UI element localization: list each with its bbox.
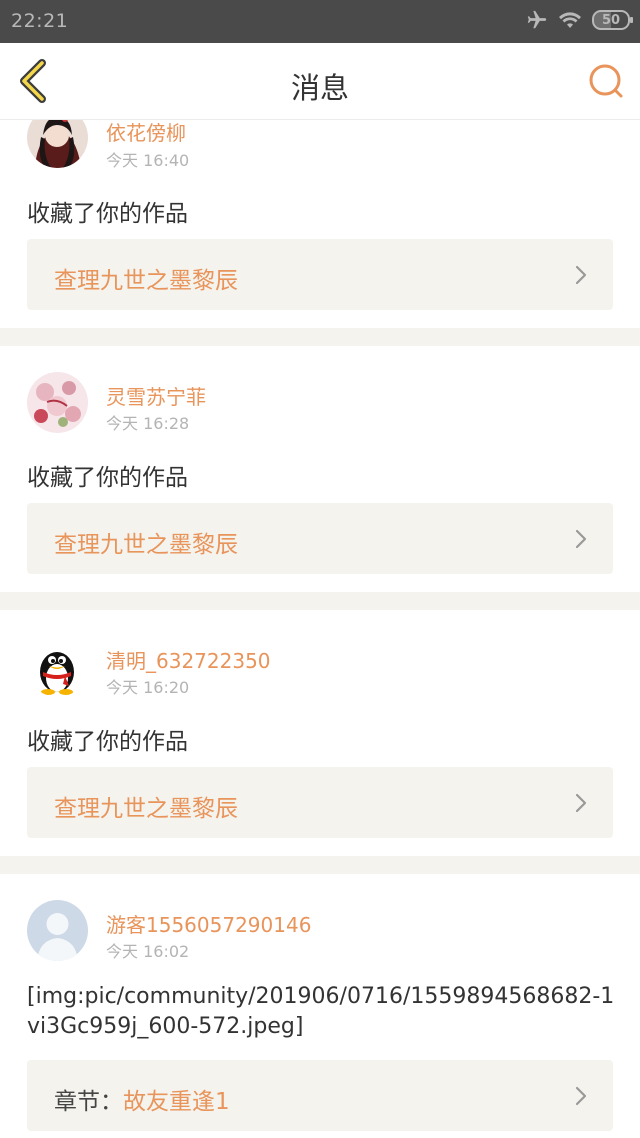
- message-text: [img:pic/community/201906/0716/155989456…: [27, 984, 615, 1039]
- divider: [0, 328, 640, 346]
- chapter-link[interactable]: 章节：故友重逢1: [27, 1060, 613, 1131]
- avatar[interactable]: [27, 372, 88, 433]
- wifi-icon: [559, 12, 581, 28]
- timestamp: 今天 16:40: [106, 151, 190, 170]
- chevron-right-icon: [575, 793, 587, 813]
- search-icon: [589, 64, 623, 98]
- message-text: 收藏了你的作品: [27, 201, 188, 227]
- username[interactable]: 依花傍柳: [106, 120, 186, 146]
- timestamp: 今天 16:20: [106, 678, 190, 697]
- message-feed[interactable]: 依花傍柳 今天 16:40 收藏了你的作品 查理九世之墨黎辰 灵雪苏宁菲 今天 …: [0, 120, 640, 1138]
- message-text: 收藏了你的作品: [27, 465, 188, 491]
- divider: [0, 592, 640, 610]
- chapter-link-text: 章节：故友重逢1: [54, 1082, 230, 1116]
- chevron-right-icon: [575, 1086, 587, 1106]
- page-title: 消息: [290, 71, 349, 105]
- battery-icon: 50: [592, 10, 633, 30]
- avatar[interactable]: [27, 120, 88, 168]
- timestamp: 今天 16:02: [106, 942, 190, 961]
- airplane-icon: [527, 10, 547, 29]
- status-time: 22:21: [11, 10, 69, 32]
- message-text: 收藏了你的作品: [27, 729, 188, 755]
- chapter-prefix: 章节：: [54, 1089, 123, 1115]
- work-title: 查理九世之墨黎辰: [54, 532, 238, 558]
- work-link[interactable]: 查理九世之墨黎辰: [27, 503, 613, 574]
- work-link[interactable]: 查理九世之墨黎辰: [27, 239, 613, 310]
- message-card: 灵雪苏宁菲 今天 16:28 收藏了你的作品 查理九世之墨黎辰: [0, 346, 640, 592]
- search-button[interactable]: [586, 61, 626, 101]
- username[interactable]: 灵雪苏宁菲: [106, 381, 206, 410]
- message-card: 依花傍柳 今天 16:40 收藏了你的作品 查理九世之墨黎辰: [0, 120, 640, 328]
- status-bar: 22:21 50: [0, 0, 640, 43]
- timestamp: 今天 16:28: [106, 414, 190, 433]
- chapter-title: 故友重逢1: [123, 1089, 230, 1115]
- avatar[interactable]: [27, 636, 88, 697]
- battery-level: 50: [601, 12, 621, 28]
- divider: [0, 856, 640, 874]
- chevron-right-icon: [575, 529, 587, 549]
- chevron-right-icon: [575, 265, 587, 285]
- app-header: 消息: [0, 43, 640, 120]
- message-card: 清明_632722350 今天 16:20 收藏了你的作品 查理九世之墨黎辰: [0, 610, 640, 856]
- username[interactable]: 游客1556057290146: [106, 909, 311, 938]
- message-card: 游客1556057290146 今天 16:02 [img:pic/commun…: [0, 874, 640, 1138]
- avatar[interactable]: [27, 900, 88, 961]
- status-icons: 50: [526, 9, 633, 31]
- work-title: 查理九世之墨黎辰: [54, 796, 238, 822]
- username[interactable]: 清明_632722350: [106, 645, 271, 674]
- work-title: 查理九世之墨黎辰: [54, 268, 238, 294]
- work-link[interactable]: 查理九世之墨黎辰: [27, 767, 613, 838]
